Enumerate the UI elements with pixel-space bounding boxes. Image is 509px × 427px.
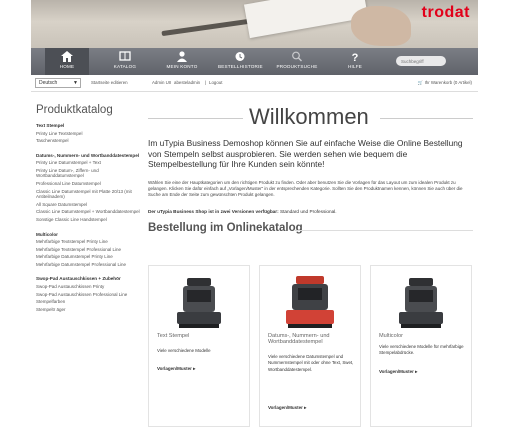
sidebar-group-head[interactable]: Text Stempel <box>36 123 144 129</box>
sidebar-group: Multicolor Mehrfarbige Textstempel Print… <box>36 232 144 268</box>
catalog-icon <box>119 51 131 61</box>
cart-label: Ihr Warenkorb (0 Artikel) <box>424 80 472 85</box>
logout-link[interactable]: Logout <box>209 80 222 85</box>
product-desc: Viele verschiedene Modelle <box>157 348 211 353</box>
versions-bold: Der uTypia Business Shop ist in zwei Ver… <box>148 208 279 214</box>
sidebar-link[interactable]: Classic Line Datumstempel + Wortbanddate… <box>36 209 144 215</box>
product-name[interactable]: Multicolor <box>379 333 469 339</box>
search-icon <box>292 51 302 62</box>
user-icon <box>177 51 187 62</box>
utility-bar: Deutsch ▼ Startseite editieren Admin UII… <box>31 75 478 92</box>
sidebar-group: Swop-Pad Austauschkissen + Zubehör Swop-… <box>36 276 144 312</box>
sidebar-link[interactable]: Swop-Pad Austauschkissen Professional Li… <box>36 292 144 298</box>
product-grid: Text Stempel Viele verschiedene Modelle … <box>148 265 473 427</box>
product-name[interactable]: Datums-, Nummern- und Wortbanddatestempe… <box>268 333 358 345</box>
sidebar-link[interactable]: Printy Line Textstempel <box>36 131 144 137</box>
intro-text: Im uTypia Business Demoshop können Sie a… <box>148 138 463 169</box>
text-stamp-image[interactable] <box>167 274 231 330</box>
sidebar-link[interactable]: Mehrfarbige Textstempel Professional Lin… <box>36 247 144 253</box>
help-icon: ? <box>352 52 359 62</box>
divider <box>148 118 243 119</box>
sidebar-group-head[interactable]: Multicolor <box>36 232 144 238</box>
divider <box>295 229 473 231</box>
separator: | <box>205 80 207 85</box>
nav-catalog[interactable]: KATALOG <box>103 48 147 75</box>
templates-link[interactable]: Vorlagen/Muster ▸ <box>157 366 195 372</box>
chevron-down-icon: ▼ <box>73 80 78 86</box>
nav-product-search[interactable]: PRODUKTSUCHE <box>275 48 319 75</box>
sidebar-group: Datums-, Nummern- und Wortbanddatestempe… <box>36 153 144 223</box>
home-icon <box>61 51 73 62</box>
product-card-text-stamp[interactable]: Text Stempel Viele verschiedene Modelle … <box>148 265 250 427</box>
sidebar-group: Text Stempel Printy Line Textstempel Tas… <box>36 123 144 144</box>
sidebar-group-head[interactable]: Swop-Pad Austauschkissen + Zubehör <box>36 276 144 282</box>
sidebar-link[interactable]: Mehrfarbige Datumstempel Professional Li… <box>36 262 144 268</box>
sidebar: Produktkatalog Text Stempel Printy Line … <box>36 104 144 318</box>
edit-start-link[interactable]: Startseite editieren <box>91 80 128 85</box>
language-select-value: Deutsch <box>39 80 58 86</box>
cart-link[interactable]: 🛒 Ihr Warenkorb (0 Artikel) <box>418 80 472 86</box>
welcome-header: Willkommen <box>148 104 473 130</box>
page-title: Willkommen <box>249 104 369 129</box>
divider <box>380 118 473 119</box>
sidebar-link[interactable]: Swop-Pad Austauschkissen Printy <box>36 284 144 290</box>
sidebar-link[interactable]: Stempelfarben <box>36 299 144 305</box>
nav-account-label: MEIN KONTO <box>166 64 198 69</box>
templates-link[interactable]: Vorlagen/Muster ▸ <box>379 369 417 375</box>
sidebar-link[interactable]: Mehrfarbige Datumstempel Printy Line <box>36 254 144 260</box>
nav-account[interactable]: MEIN KONTO <box>160 48 204 75</box>
sidebar-link[interactable]: Stempeltr äger <box>36 307 144 313</box>
catalog-title-text: Bestellung im Onlinekatalog <box>148 221 303 234</box>
product-desc: Viele verschiedene Datumstempel und Numm… <box>268 354 354 372</box>
sidebar-link[interactable]: Printy Line Datumstempel + Text <box>36 160 144 166</box>
sidebar-title: Produktkatalog <box>36 104 113 116</box>
versions-text: Der uTypia Business Shop ist in zwei Ver… <box>148 209 473 214</box>
multicolor-stamp-image[interactable] <box>389 274 453 330</box>
sidebar-link[interactable]: Taschenstempel <box>36 138 144 144</box>
sidebar-link[interactable]: All Square Datumstempel <box>36 202 144 208</box>
history-icon <box>235 52 245 61</box>
main-content: Willkommen Im uTypia Business Demoshop k… <box>148 104 473 427</box>
product-card-date-stamp[interactable]: Datums-, Nummern- und Wortbanddatestempe… <box>259 265 361 427</box>
language-select[interactable]: Deutsch ▼ <box>35 78 81 88</box>
versions-rest: Standard und Professional. <box>278 208 337 214</box>
main-nav: HOME KATALOG MEIN KONTO BESTELLHISTORIE … <box>31 48 478 75</box>
product-desc: Viele verschiedene Modelle für mehrfarbi… <box>379 344 464 356</box>
sidebar-link[interactable]: Printy Line Datum-, Ziffern- und Wortban… <box>36 168 144 179</box>
cart-icon: 🛒 <box>417 80 424 85</box>
search-input[interactable] <box>396 56 446 66</box>
product-name[interactable]: Text Stempel <box>157 333 247 339</box>
admin-link[interactable]: Admin UII <box>152 80 171 85</box>
header-banner: trodat <box>31 0 478 48</box>
nav-help-label: HILFE <box>347 64 363 69</box>
banner-paper-image <box>243 0 369 39</box>
nav-home[interactable]: HOME <box>45 48 89 75</box>
nav-history-label: BESTELLHISTORIE <box>218 64 263 69</box>
date-stamp-image[interactable] <box>278 274 342 330</box>
page: trodat HOME KATALOG MEIN KONTO BESTELLHI… <box>31 0 478 427</box>
nav-help[interactable]: ? HILFE <box>333 48 377 75</box>
username-label: abesteladmin <box>174 80 201 85</box>
catalog-title: Bestellung im Onlinekatalog <box>148 222 473 234</box>
sidebar-link[interactable]: Professional Line Datumstempel <box>36 181 144 187</box>
sidebar-link[interactable]: Mehrfarbige Textstempel Printy Line <box>36 239 144 245</box>
nav-product-search-label: PRODUKTSUCHE <box>276 64 318 69</box>
product-card-multicolor[interactable]: Multicolor Viele verschiedene Modelle fü… <box>370 265 472 427</box>
nav-catalog-label: KATALOG <box>113 64 137 69</box>
sidebar-group-head[interactable]: Datums-, Nummern- und Wortbanddatestempe… <box>36 153 144 159</box>
body-text: Wählen Sie eine der Hauptkategorien um d… <box>148 179 463 198</box>
templates-link[interactable]: Vorlagen/Muster ▸ <box>268 405 306 411</box>
nav-home-label: HOME <box>59 64 75 69</box>
nav-history[interactable]: BESTELLHISTORIE <box>218 48 263 75</box>
sidebar-link[interactable]: Classic Line Datumstempel mit Platte 20/… <box>36 189 144 200</box>
sidebar-link[interactable]: Sonstige Classic Line Handstempel <box>36 217 144 223</box>
brand-logo[interactable]: trodat <box>422 4 470 22</box>
banner-hand-image <box>351 6 411 46</box>
svg-text:?: ? <box>352 52 359 62</box>
